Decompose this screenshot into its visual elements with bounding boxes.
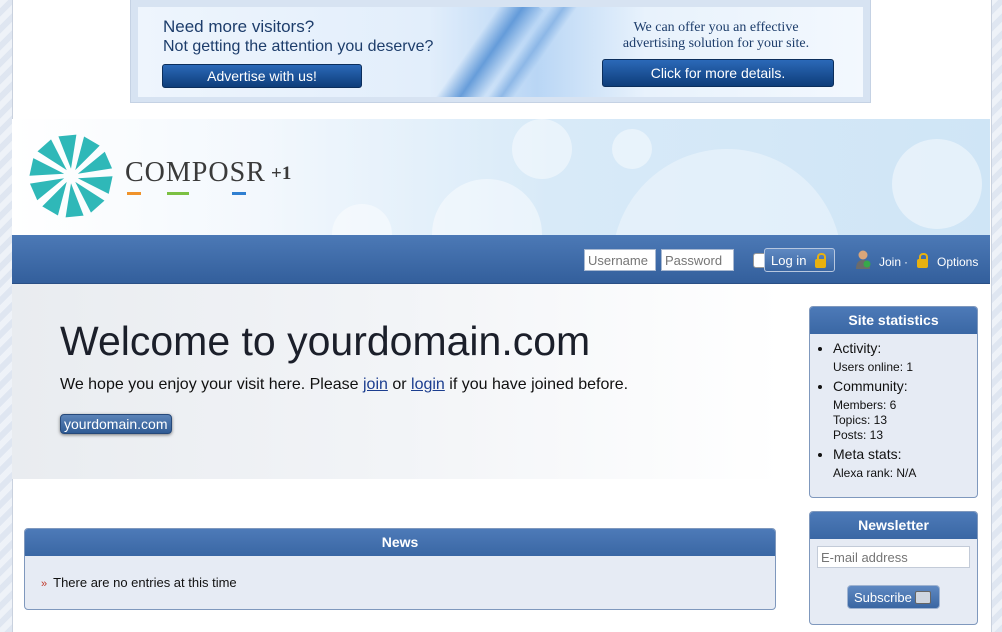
stat-meta-label: Meta stats: xyxy=(833,446,902,462)
decorative-bubble xyxy=(892,139,982,229)
join-link[interactable]: Join xyxy=(879,255,901,269)
link-separator: · xyxy=(904,255,908,269)
users-online-value: Users online: 1 xyxy=(833,360,914,374)
options-link[interactable]: Options xyxy=(937,255,978,269)
login-button-label: Log in xyxy=(771,253,807,268)
site-logo-suffix: +1 xyxy=(271,163,292,184)
topics-value: Topics: 13 xyxy=(833,413,888,427)
newsletter-block: Newsletter Subscribe xyxy=(809,511,978,625)
logo-accent-green xyxy=(167,192,189,195)
subscribe-button[interactable]: Subscribe xyxy=(847,585,940,609)
domain-badge[interactable]: yourdomain.com xyxy=(60,414,172,434)
login-bar: Log in Join · Options xyxy=(12,235,990,284)
stat-community: Community: Members: 6 Topics: 13 Posts: … xyxy=(833,378,977,443)
join-user-icon xyxy=(856,250,871,269)
login-inline-link[interactable]: login xyxy=(411,376,445,393)
lock-icon xyxy=(815,253,826,268)
welcome-text-part: if you have joined before. xyxy=(444,376,629,393)
statistics-list: Activity: Users online: 1 Community: Mem… xyxy=(810,340,977,481)
decorative-bubble xyxy=(612,129,652,169)
alexa-rank-value: Alexa rank: N/A xyxy=(833,466,917,480)
bullet-arrow-icon: » xyxy=(41,578,48,590)
page-title: Welcome to yourdomain.com xyxy=(60,318,591,364)
ad-headline: Need more visitors? xyxy=(163,17,315,36)
composr-logo-icon[interactable] xyxy=(26,131,116,221)
site-statistics-block: Site statistics Activity: Users online: … xyxy=(809,306,978,498)
news-block: News » There are no entries at this time xyxy=(24,528,776,610)
options-lock-icon xyxy=(917,253,928,268)
welcome-text-part: or xyxy=(387,376,412,393)
decorative-bubble xyxy=(332,204,392,235)
page-background-left xyxy=(0,0,12,632)
ad-right-text: We can offer you an effective advertisin… xyxy=(622,20,810,51)
welcome-text-part: We hope you enjoy your visit here. Pleas… xyxy=(60,376,363,393)
camera-icon xyxy=(915,591,931,604)
subscribe-button-label: Subscribe xyxy=(854,590,912,605)
ad-banner-inner: Need more visitors? Not getting the atte… xyxy=(138,7,863,97)
details-button[interactable]: Click for more details. xyxy=(602,59,834,87)
news-heading: News xyxy=(25,529,775,556)
site-statistics-heading: Site statistics xyxy=(810,307,977,334)
password-input[interactable] xyxy=(661,249,734,271)
login-button[interactable]: Log in xyxy=(764,248,835,272)
newsletter-heading: Newsletter xyxy=(810,512,977,539)
advertisement-banner[interactable]: Need more visitors? Not getting the atte… xyxy=(131,0,870,102)
stat-community-label: Community: xyxy=(833,378,908,394)
site-header: COMPOSR +1 xyxy=(12,119,990,235)
stat-activity: Activity: Users online: 1 xyxy=(833,340,977,375)
welcome-message: We hope you enjoy your visit here. Pleas… xyxy=(60,376,628,394)
members-value: Members: 6 xyxy=(833,398,897,412)
logo-accent-orange xyxy=(127,192,141,195)
posts-value: Posts: 13 xyxy=(833,428,884,442)
logo-accent-blue xyxy=(232,192,246,195)
stat-meta: Meta stats: Alexa rank: N/A xyxy=(833,446,977,481)
advertise-button[interactable]: Advertise with us! xyxy=(162,64,362,88)
newsletter-email-input[interactable] xyxy=(817,546,970,568)
username-input[interactable] xyxy=(584,249,656,271)
news-empty-text: There are no entries at this time xyxy=(53,575,237,590)
site-logo-text[interactable]: COMPOSR xyxy=(125,157,266,189)
decorative-bubble xyxy=(512,119,572,179)
news-empty-message: » There are no entries at this time xyxy=(41,575,237,590)
welcome-panel: Welcome to yourdomain.com We hope you en… xyxy=(12,284,782,479)
ad-subline: Not getting the attention you deserve? xyxy=(163,38,434,55)
decorative-bubble xyxy=(432,179,542,235)
join-inline-link[interactable]: join xyxy=(363,376,388,393)
stat-activity-label: Activity: xyxy=(833,340,882,356)
